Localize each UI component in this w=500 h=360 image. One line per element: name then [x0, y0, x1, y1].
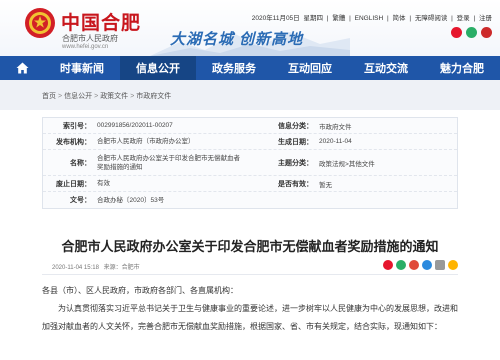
app-icon[interactable] — [481, 27, 492, 38]
info-label-name: 名称： — [70, 159, 91, 167]
info-value-publisher: 合肥市人民政府（市政府办公室） — [97, 138, 195, 145]
info-value-topic: 政策法规>其他文件 — [319, 160, 375, 168]
link-traditional-chinese[interactable]: 繁體 — [332, 15, 345, 22]
link-separator: | — [349, 15, 351, 22]
info-row: 名称： 合肥市人民政府办公室关于印发合肥市无偿献血者奖励措施的通知 主题分类： … — [43, 150, 457, 176]
link-simplified-chinese[interactable]: 简体 — [393, 15, 406, 22]
breadcrumb-home[interactable]: 首页 — [42, 93, 56, 100]
weibo-icon[interactable] — [451, 27, 462, 38]
renren-share-icon[interactable] — [409, 260, 419, 270]
breadcrumb-separator: > — [58, 93, 63, 100]
info-row: 废止日期： 有效 是否有效： 暂无 — [43, 176, 457, 192]
link-separator: | — [326, 15, 329, 22]
info-label-expiry-date: 废止日期： — [56, 180, 91, 188]
document-meta: 2020-11-04 15:18 来源：合肥市 — [52, 262, 140, 271]
breadcrumb: 首页 > 信息公开 > 政策文件 > 市政府文件 — [42, 91, 171, 101]
document-title: 合肥市人民政府办公室关于印发合肥市无偿献血者奖励措施的通知 — [61, 239, 439, 254]
info-label-created-date: 生成日期： — [278, 138, 313, 146]
link-login[interactable]: 登录 — [457, 15, 470, 22]
share-bar — [383, 260, 458, 270]
info-value-document-number: 合政办秘〔2020〕53号 — [97, 196, 165, 204]
current-weekday: 星期四 — [303, 15, 323, 22]
document-info-table: 索引号： 002991856/202011-00207 信息分类： 市政府文件 … — [42, 117, 458, 209]
more-share-icon[interactable] — [448, 260, 458, 270]
info-label-empty — [249, 192, 319, 208]
site-url: www.hefei.gov.cn — [62, 44, 109, 50]
link-separator: | — [451, 15, 453, 22]
wechat-share-icon[interactable] — [396, 260, 406, 270]
document-body: 各县（市）、区人民政府，市政府各部门、各直属机构： 为认真贯彻落实习近平总书记关… — [42, 282, 458, 336]
info-row: 索引号： 002991856/202011-00207 信息分类： 市政府文件 — [43, 118, 457, 134]
link-accessibility[interactable]: 无障碍阅读 — [415, 15, 448, 22]
breadcrumb-municipal-documents[interactable]: 市政府文件 — [136, 93, 171, 100]
breadcrumb-policy-documents[interactable]: 政策文件 — [100, 93, 128, 100]
nav-item-news[interactable]: 时事新闻 — [44, 56, 120, 80]
body-paragraph: 为认真贯彻落实习近平总书记关于卫生与健康事业的重要论述，进一步树牢以人民健康为中… — [42, 304, 458, 331]
link-english[interactable]: ENGLISH — [355, 15, 384, 22]
nav-item-interaction[interactable]: 互动交流 — [348, 56, 424, 80]
top-links-bar: 2020年11月05日 星期四 | 繁體 | ENGLISH | 简体 | 无障… — [250, 12, 492, 22]
main-nav: 时事新闻 信息公开 政务服务 互动回应 互动交流 魅力合肥 — [0, 56, 500, 80]
nav-item-responses[interactable]: 互动回应 — [272, 56, 348, 80]
source-label: 来源： — [103, 265, 122, 271]
breadcrumb-separator: > — [130, 93, 135, 100]
publish-date: 2020-11-04 15:18 — [52, 265, 99, 271]
info-row: 发布机构： 合肥市人民政府（市政府办公室） 生成日期： 2020-11-04 — [43, 134, 457, 150]
site-header: 中国合肥 合肥市人民政府 www.hefei.gov.cn 大湖名城 创新高地 … — [0, 0, 500, 56]
info-label-index-number: 索引号： — [63, 122, 91, 130]
link-separator: | — [409, 15, 412, 22]
link-separator: | — [387, 15, 389, 22]
link-register[interactable]: 注册 — [479, 15, 492, 22]
info-label-category: 信息分类： — [278, 122, 313, 130]
nav-home[interactable] — [0, 56, 44, 80]
info-value-index-number: 002991856/202011-00207 — [97, 122, 173, 129]
wechat-icon[interactable] — [466, 27, 477, 38]
nav-item-government-services[interactable]: 政务服务 — [196, 56, 272, 80]
nav-item-charming-hefei[interactable]: 魅力合肥 — [424, 56, 500, 80]
breadcrumb-info-disclosure[interactable]: 信息公开 — [64, 93, 92, 100]
site-name[interactable]: 中国合肥 — [61, 8, 141, 35]
nav-item-info-disclosure[interactable]: 信息公开 — [120, 56, 196, 80]
link-separator: | — [473, 15, 476, 22]
breadcrumb-separator: > — [94, 93, 99, 100]
national-emblem-icon[interactable] — [24, 7, 56, 39]
info-label-document-number: 文号： — [70, 197, 91, 204]
info-label-topic: 主题分类： — [278, 159, 313, 167]
social-links — [451, 27, 492, 38]
body-greeting: 各县（市）、区人民政府，市政府各部门、各直属机构： — [42, 286, 238, 295]
city-slogan: 大湖名城 创新高地 — [170, 31, 304, 48]
print-icon[interactable] — [435, 260, 445, 270]
info-row: 文号： 合政办秘〔2020〕53号 — [43, 192, 457, 208]
info-value-created-date: 2020-11-04 — [319, 138, 352, 145]
qq-share-icon[interactable] — [422, 260, 432, 270]
info-label-publisher: 发布机构： — [56, 138, 91, 146]
info-label-validity: 是否有效： — [278, 180, 313, 188]
info-value-validity: 暂无 — [319, 181, 332, 189]
site-subtitle: 合肥市人民政府 — [62, 34, 118, 43]
weibo-share-icon[interactable] — [383, 260, 393, 270]
info-value-empty — [319, 192, 457, 208]
source-value: 合肥市 — [121, 265, 140, 271]
home-icon — [16, 62, 28, 74]
current-date: 2020年11月05日 — [251, 15, 300, 22]
info-value-name: 合肥市人民政府办公室关于印发合肥市无偿献血者奖励措施的通知 — [97, 154, 240, 171]
info-value-category: 市政府文件 — [319, 123, 352, 131]
info-value-expiry-date: 有效 — [97, 180, 110, 187]
title-divider — [42, 274, 458, 275]
